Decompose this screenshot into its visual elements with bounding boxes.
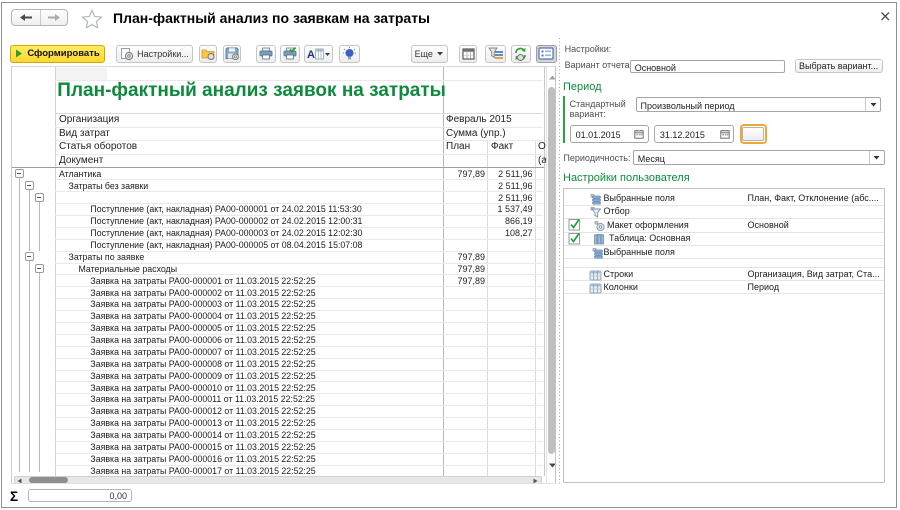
svg-text:A: A	[307, 49, 315, 61]
